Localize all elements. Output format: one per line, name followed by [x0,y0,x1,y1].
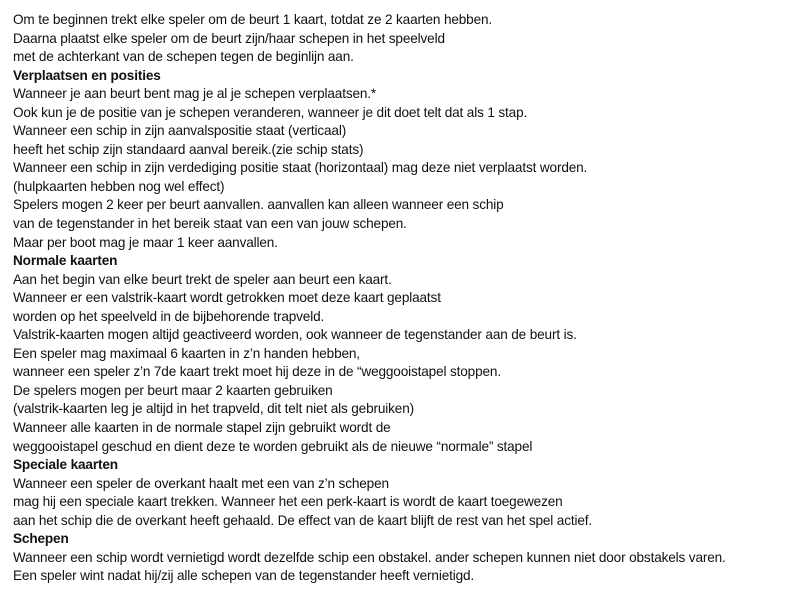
intro-section: Om te beginnen trekt elke speler om de b… [13,11,798,67]
section-normale-kaarten: Normale kaarten Aan het begin van elke b… [13,252,798,456]
paragraph-line: (hulpkaarten hebben nog wel effect) [13,178,225,194]
paragraph-line: Een speler mag maximaal 6 kaarten in z’n… [13,345,360,361]
paragraph-line: Wanneer een schip in zijn verdediging po… [13,160,588,176]
paragraph-line: aan het schip die de overkant heeft geha… [13,512,593,528]
paragraph-line: heeft het schip zijn standaard aanval be… [13,141,364,157]
paragraph-line: mag hij een speciale kaart trekken. Wann… [13,494,563,510]
paragraph-line: Wanneer een schip in zijn aanvalspositie… [13,123,347,139]
paragraph-line: De spelers mogen per beurt maar 2 kaarte… [13,382,333,398]
paragraph-line: Wanneer je aan beurt bent mag je al je s… [13,86,377,102]
paragraph-line: worden op het speelveld in de bijbehoren… [13,308,325,324]
paragraph-line: Aan het begin van elke beurt trekt de sp… [13,271,392,287]
section-speciale-kaarten: Speciale kaarten Wanneer een speler de o… [13,456,798,530]
paragraph-line: Wanneer alle kaarten in de normale stape… [13,420,391,436]
intro-line: Daarna plaatst elke speler om de beurt z… [13,30,445,46]
section-heading: Normale kaarten [13,253,118,269]
paragraph-line: Ook kun je de positie van je schepen ver… [13,104,528,120]
section-schepen: Schepen Wanneer een schip wordt vernieti… [13,530,798,586]
intro-line: met de achterkant van de schepen tegen d… [13,49,354,65]
paragraph-line: Maar per boot mag je maar 1 keer aanvall… [13,234,278,250]
intro-line: Om te beginnen trekt elke speler om de b… [13,12,493,27]
paragraph-line: Spelers mogen 2 keer per beurt aanvallen… [13,197,504,213]
section-heading: Speciale kaarten [13,457,118,473]
paragraph-line: Wanneer een schip wordt vernietigd wordt… [13,549,726,565]
paragraph-line: Wanneer een speler de overkant haalt met… [13,475,389,491]
paragraph-line: Een speler wint nadat hij/zij alle schep… [13,568,475,584]
paragraph-line: van de tegenstander in het bereik staat … [13,216,407,232]
section-heading: Schepen [13,531,69,547]
rules-document: Om te beginnen trekt elke speler om de b… [13,11,798,586]
section-verplaatsen: Verplaatsen en posities Wanneer je aan b… [13,67,798,252]
paragraph-line: Valstrik-kaarten mogen altijd geactiveer… [13,327,577,343]
paragraph-line: Wanneer er een valstrik-kaart wordt getr… [13,290,441,306]
section-heading: Verplaatsen en posities [13,67,161,83]
paragraph-line: wanneer een speler z’n 7de kaart trekt m… [13,364,501,380]
paragraph-line: weggooistapel geschud en dient deze te w… [13,438,533,454]
paragraph-line: (valstrik-kaarten leg je altijd in het t… [13,401,414,417]
